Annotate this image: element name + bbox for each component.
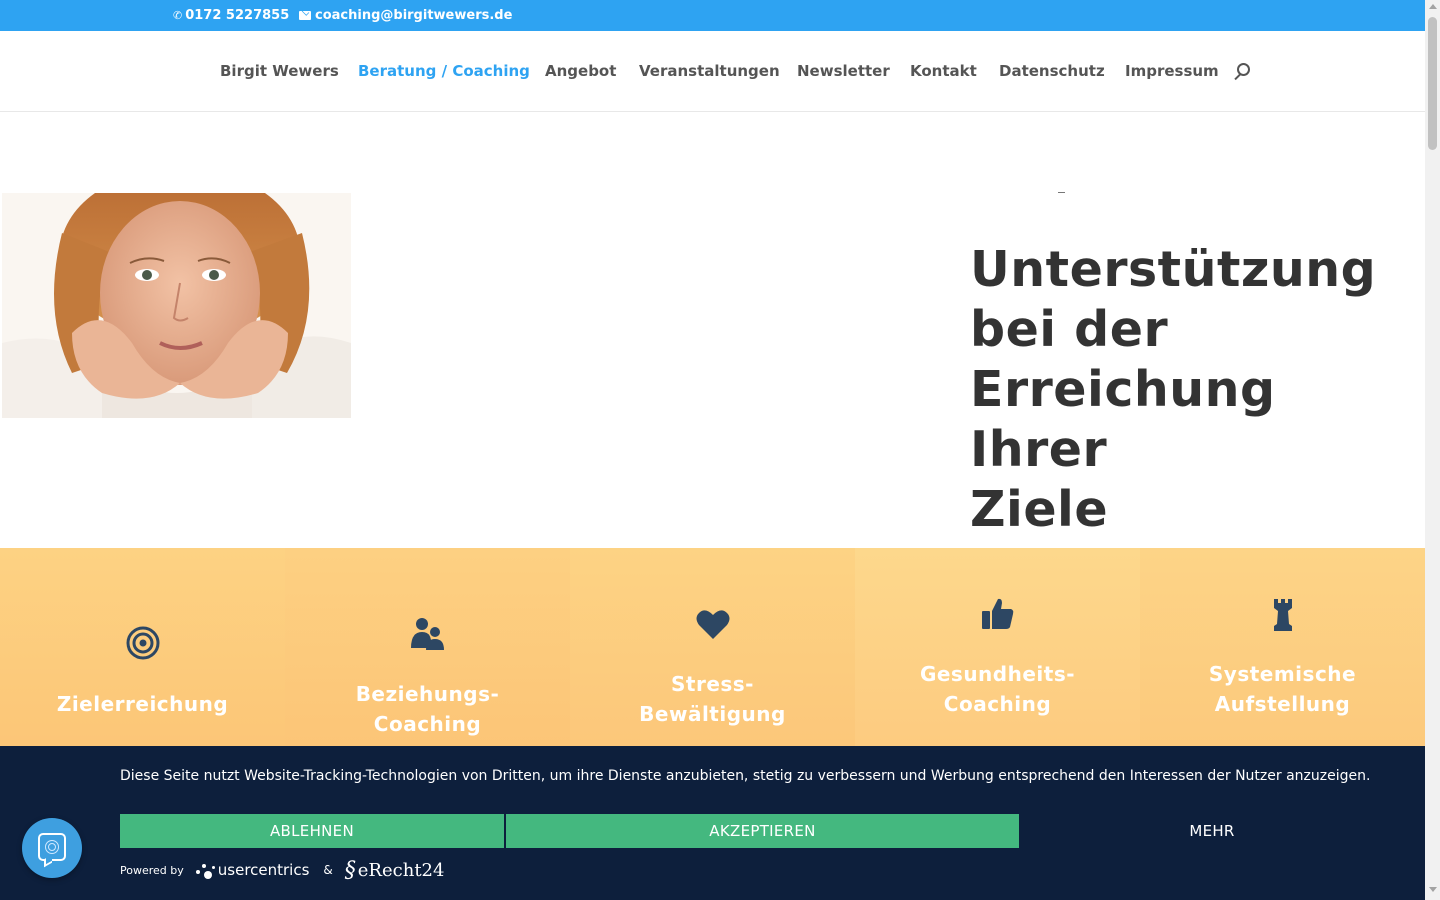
search-icon[interactable] bbox=[1233, 61, 1253, 83]
scrollbar[interactable] bbox=[1425, 0, 1440, 900]
hero-title-line: Erreichung Ihrer bbox=[970, 361, 1276, 478]
usercentrics-logo[interactable]: usercentrics bbox=[195, 861, 310, 879]
privacy-settings-button[interactable] bbox=[22, 818, 82, 878]
accept-button[interactable]: AKZEPTIEREN bbox=[506, 814, 1019, 848]
service-gesundheits-coaching[interactable]: Gesundheits- Coaching bbox=[855, 548, 1140, 746]
nav-item-angebot[interactable]: Angebot bbox=[545, 31, 616, 111]
hero-title-line: Unterstützung bbox=[970, 241, 1377, 298]
email-link[interactable]: coaching@birgitwewers.de bbox=[299, 0, 512, 31]
scrollbar-thumb[interactable] bbox=[1428, 17, 1437, 150]
service-stress-bewaeltigung[interactable]: Stress- Bewältigung bbox=[570, 548, 855, 746]
phone-link[interactable]: ✆ 0172 5227855 bbox=[173, 0, 289, 31]
heart-icon bbox=[696, 608, 730, 644]
service-label: Stress- bbox=[670, 672, 754, 696]
nav-item-veranstaltungen[interactable]: Veranstaltungen bbox=[639, 31, 780, 111]
service-label: Systemische bbox=[1208, 662, 1357, 686]
email-address: coaching@birgitwewers.de bbox=[315, 8, 513, 23]
services-section: Zielerreichung Beziehungs- Coaching Stre… bbox=[0, 548, 1425, 746]
scroll-up-arrow-icon[interactable] bbox=[1429, 4, 1437, 9]
cookie-message: Diese Seite nutzt Website-Tracking-Techn… bbox=[120, 768, 1371, 784]
usercentrics-dots-icon bbox=[195, 861, 218, 879]
envelope-icon bbox=[299, 11, 311, 20]
powered-by-label: Powered by bbox=[120, 863, 184, 877]
phone-number: 0172 5227855 bbox=[185, 8, 290, 23]
phone-icon: ✆ bbox=[173, 9, 183, 22]
nav-item-birgit-wewers[interactable]: Birgit Wewers bbox=[220, 31, 339, 111]
portrait-photo bbox=[2, 193, 351, 418]
service-label: Aufstellung bbox=[1214, 692, 1351, 716]
nav-item-beratung-coaching[interactable]: Beratung / Coaching bbox=[358, 31, 530, 111]
erecht24-text: eRecht24 bbox=[357, 859, 445, 881]
service-zielerreichung[interactable]: Zielerreichung bbox=[0, 548, 285, 746]
hero-title-line: bei der bbox=[970, 301, 1169, 358]
main-header: Birgit Wewers Beratung / Coaching Angebo… bbox=[0, 31, 1425, 112]
scroll-down-arrow-icon[interactable] bbox=[1429, 887, 1437, 892]
service-label: Zielerreichung bbox=[56, 692, 229, 716]
service-label: Coaching bbox=[943, 692, 1052, 716]
cookie-banner: Diese Seite nutzt Website-Tracking-Techn… bbox=[0, 746, 1425, 900]
more-button[interactable]: MEHR bbox=[1019, 814, 1405, 848]
decline-button[interactable]: ABLEHNEN bbox=[120, 814, 504, 848]
nav-item-kontakt[interactable]: Kontakt bbox=[910, 31, 977, 111]
users-icon bbox=[410, 616, 446, 656]
service-label: Beziehungs- bbox=[355, 682, 500, 706]
hero-title-line: Ziele bbox=[970, 481, 1109, 538]
nav-item-impressum[interactable]: Impressum bbox=[1125, 31, 1219, 111]
erecht24-section-icon: § bbox=[344, 857, 356, 883]
usercentrics-text: usercentrics bbox=[217, 861, 310, 879]
service-label: Gesundheits- bbox=[919, 662, 1076, 686]
divider-mark bbox=[1058, 192, 1065, 193]
service-label: Coaching bbox=[373, 712, 482, 736]
nav-item-datenschutz[interactable]: Datenschutz bbox=[999, 31, 1105, 111]
erecht24-logo[interactable]: § eRecht24 bbox=[345, 858, 445, 883]
target-icon bbox=[125, 625, 161, 665]
ampersand: & bbox=[323, 863, 333, 877]
hero-title: Unterstützung bei der Erreichung Ihrer Z… bbox=[970, 240, 1410, 540]
powered-by: Powered by usercentrics & § eRecht24 bbox=[120, 858, 445, 883]
thumbs-up-icon bbox=[981, 597, 1015, 635]
service-systemische-aufstellung[interactable]: Systemische Aufstellung bbox=[1140, 548, 1425, 746]
chess-rook-icon bbox=[1271, 598, 1295, 636]
service-label: Bewältigung bbox=[639, 702, 786, 726]
top-contact-bar: ✆ 0172 5227855 coaching@birgitwewers.de bbox=[0, 0, 1425, 31]
service-beziehungs-coaching[interactable]: Beziehungs- Coaching bbox=[285, 548, 570, 746]
nav-item-newsletter[interactable]: Newsletter bbox=[797, 31, 890, 111]
